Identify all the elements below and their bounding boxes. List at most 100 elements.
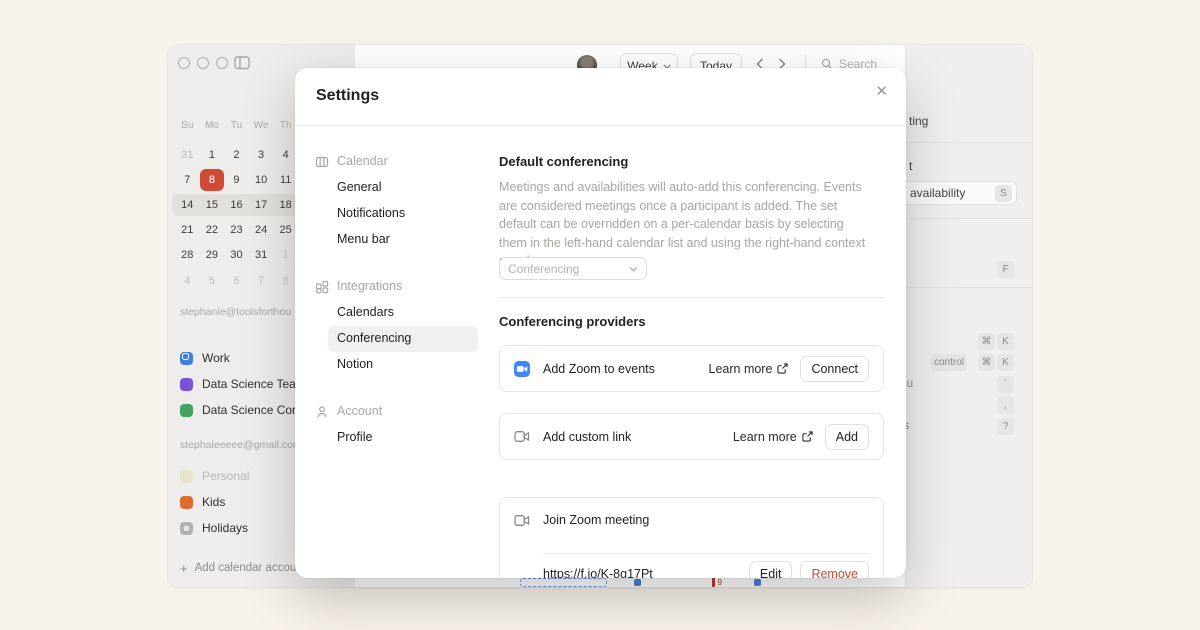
- calendar-day[interactable]: 4: [175, 270, 200, 292]
- calendar-day[interactable]: 15: [200, 194, 225, 216]
- event-fragment-red[interactable]: 9: [712, 577, 738, 587]
- window-zoom-button[interactable]: [216, 57, 228, 69]
- key-badge: ,: [997, 397, 1014, 414]
- providers-heading: Conferencing providers: [499, 314, 646, 329]
- panel-divider: [906, 218, 1032, 219]
- day-header: Th: [273, 120, 298, 132]
- calendar-day[interactable]: 7: [249, 270, 274, 292]
- nav-item-menu-bar[interactable]: Menu bar: [337, 232, 390, 246]
- window-controls: [178, 57, 228, 69]
- calendar-list-item-holidays[interactable]: Holidays: [180, 520, 248, 536]
- account-person-icon: [315, 405, 329, 419]
- key-badge: `: [997, 376, 1014, 393]
- nav-item-notion[interactable]: Notion: [337, 357, 373, 371]
- calendar-day[interactable]: 1: [273, 244, 298, 266]
- calendar-list-item-team[interactable]: Data Science Team: [180, 376, 306, 392]
- window-close-button[interactable]: [178, 57, 190, 69]
- zoom-logo-icon: [514, 361, 530, 377]
- calendar-day[interactable]: 28: [175, 244, 200, 266]
- key-badge: K: [997, 333, 1014, 350]
- window-minimize-button[interactable]: [197, 57, 209, 69]
- calendar-list-item-core[interactable]: Data Science Core: [180, 402, 303, 418]
- settings-modal: Settings ✕ Calendar General Notification…: [295, 68, 906, 578]
- edit-button[interactable]: Edit: [749, 561, 793, 578]
- add-calendar-account-button[interactable]: + Add calendar account: [180, 560, 306, 576]
- key-badge: ⌘: [978, 333, 995, 350]
- calendar-day[interactable]: 4: [273, 144, 298, 166]
- calendar-label: Work: [202, 351, 230, 365]
- nav-section-account: Account: [337, 404, 382, 418]
- calendar-checkbox[interactable]: [180, 352, 193, 365]
- calendar-day[interactable]: 29: [200, 244, 225, 266]
- add-button[interactable]: Add: [825, 424, 869, 450]
- calendar-day[interactable]: 24: [249, 219, 274, 241]
- calendar-day[interactable]: 3: [249, 144, 274, 166]
- context-panel: ting t availability S F ⌘ K control ⌘ K …: [905, 45, 1032, 587]
- day-header: We: [249, 120, 274, 132]
- calendar-day[interactable]: 16: [224, 194, 249, 216]
- connect-button[interactable]: Connect: [800, 356, 869, 382]
- day-header: Su: [175, 120, 200, 132]
- calendar-day[interactable]: 21: [175, 219, 200, 241]
- calendar-day[interactable]: 10: [249, 169, 274, 191]
- card-label: Add custom link: [543, 430, 631, 444]
- nav-item-profile[interactable]: Profile: [337, 430, 372, 444]
- integrations-grid-icon: [315, 280, 329, 294]
- calendar-day[interactable]: 30: [224, 244, 249, 266]
- nav-item-conferencing[interactable]: Conferencing: [337, 331, 411, 345]
- panel-divider: [906, 287, 1032, 288]
- event-fragment-icon: [754, 579, 761, 586]
- calendar-checkbox[interactable]: [180, 470, 193, 483]
- calendar-day[interactable]: 31: [249, 244, 274, 266]
- calendar-label: Kids: [202, 495, 225, 509]
- close-icon[interactable]: ✕: [875, 82, 888, 100]
- calendar-day[interactable]: 2: [224, 144, 249, 166]
- calendar-day[interactable]: 11: [273, 169, 298, 191]
- calendar-day[interactable]: 22: [200, 219, 225, 241]
- external-link-icon: [802, 431, 813, 442]
- sidebar-toggle-icon[interactable]: [234, 56, 250, 70]
- event-fragment-icon: [634, 579, 641, 586]
- calendar-day[interactable]: 8: [273, 270, 298, 292]
- panel-text-fragment: t: [909, 159, 912, 173]
- card-label: Join Zoom meeting: [543, 513, 649, 527]
- calendar-day[interactable]: 1: [200, 144, 225, 166]
- day-header: Mo: [200, 120, 225, 132]
- learn-more-link[interactable]: Learn more: [733, 430, 813, 444]
- calendar-list-item-personal[interactable]: Personal: [180, 468, 249, 484]
- calendar-day[interactable]: 18: [273, 194, 298, 216]
- calendar-list-item-kids[interactable]: Kids: [180, 494, 225, 510]
- card-divider: [543, 553, 869, 554]
- calendar-list-item-work[interactable]: Work: [180, 350, 230, 366]
- calendar-columns-icon: [315, 155, 329, 169]
- conferencing-dropdown[interactable]: Conferencing: [499, 257, 647, 280]
- calendar-checkbox[interactable]: [180, 404, 193, 417]
- calendar-checkbox[interactable]: [180, 522, 193, 535]
- calendar-day[interactable]: 9: [224, 169, 249, 191]
- calendar-day[interactable]: 6: [224, 270, 249, 292]
- modal-title: Settings: [316, 87, 379, 105]
- calendar-checkbox[interactable]: [180, 496, 193, 509]
- provider-card-custom-link: Add custom link Learn more Add: [499, 413, 884, 460]
- calendar-day[interactable]: 31: [175, 144, 200, 166]
- remove-button[interactable]: Remove: [800, 561, 869, 578]
- calendar-day[interactable]: 7: [175, 169, 200, 191]
- calendar-day[interactable]: 14: [175, 194, 200, 216]
- provider-card-zoom: Add Zoom to events Learn more Connect: [499, 345, 884, 392]
- key-badge: ⌘: [978, 354, 995, 371]
- plus-icon: +: [180, 561, 188, 576]
- nav-item-notifications[interactable]: Notifications: [337, 206, 405, 220]
- calendar-day-selected[interactable]: 8: [200, 169, 225, 191]
- nav-item-general[interactable]: General: [337, 180, 381, 194]
- calendar-day[interactable]: 5: [200, 270, 225, 292]
- availability-field[interactable]: availability S: [898, 181, 1017, 205]
- learn-more-link[interactable]: Learn more: [709, 362, 789, 376]
- nav-item-calendars[interactable]: Calendars: [337, 305, 394, 319]
- calendar-day[interactable]: 25: [273, 219, 298, 241]
- availability-label: availability: [910, 186, 965, 200]
- chevron-down-icon: [629, 266, 638, 272]
- calendar-checkbox[interactable]: [180, 378, 193, 391]
- event-fragment-dashed[interactable]: [520, 578, 607, 587]
- calendar-day[interactable]: 17: [249, 194, 274, 216]
- calendar-day[interactable]: 23: [224, 219, 249, 241]
